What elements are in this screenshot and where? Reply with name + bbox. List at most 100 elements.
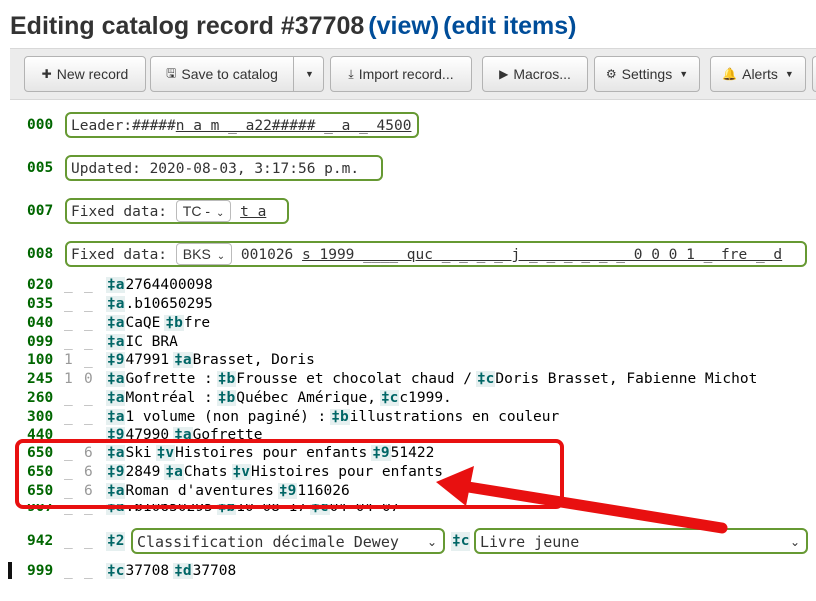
indicator-1[interactable]: _ [64, 276, 73, 295]
field-007: 007 Fixed data: TC - ⌄ t a [10, 198, 816, 224]
settings-button[interactable]: ⚙ Settings ▼ [594, 56, 700, 92]
subfield-value[interactable]: Doris Brasset, Fabienne Michot [495, 371, 757, 387]
subfield-value[interactable]: 2764400098 [125, 277, 212, 293]
more-button[interactable] [812, 56, 816, 92]
subfield-code: ‡2 [106, 532, 126, 551]
subfield-code: ‡b [330, 409, 350, 425]
indicator-2[interactable]: _ [84, 389, 93, 408]
marc-editor: 000 Leader:#####n a m _ a22##### _ a _ 4… [8, 100, 816, 601]
subfield-value[interactable]: .b10650295 [125, 296, 212, 312]
indicator-2[interactable]: 6 [84, 444, 93, 463]
macros-button[interactable]: ▶ Macros... [482, 56, 588, 92]
indicator-2[interactable]: 0 [84, 370, 93, 389]
classification-select[interactable]: Classification décimale Dewey ⌄ [131, 528, 445, 554]
subfield-value[interactable]: Roman d'aventures [125, 483, 273, 499]
subfield-value[interactable]: IC BRA [125, 334, 177, 350]
indicator-1[interactable]: _ [64, 504, 73, 516]
subfield-value[interactable]: 47991 [125, 352, 169, 368]
subfield-value[interactable]: 37708 [125, 563, 169, 579]
subfield-code: ‡9 [106, 352, 126, 368]
indicator-2[interactable]: _ [84, 333, 93, 352]
indicator-2[interactable]: _ [84, 314, 93, 333]
subfield-value[interactable]: 47990 [125, 427, 169, 439]
indicator-2[interactable]: _ [84, 532, 93, 551]
subfield-value[interactable]: 116026 [297, 483, 349, 499]
material-type-select[interactable]: TC - ⌄ [175, 200, 232, 222]
indicator-2[interactable]: 6 [84, 482, 93, 501]
subfield-value[interactable]: Ski [125, 445, 151, 461]
subfield-value[interactable]: Frousse et chocolat chaud / [236, 371, 472, 387]
subfields: ‡aIC BRA [106, 333, 182, 352]
indicator-1[interactable]: _ [64, 562, 73, 581]
tag: 999 [27, 563, 54, 579]
subfield-value[interactable]: Brasset, Doris [193, 352, 315, 368]
indicator-2[interactable]: _ [84, 351, 93, 370]
fixed-data-007[interactable]: Fixed data: TC - ⌄ t a [65, 198, 289, 224]
tag: 907 [27, 504, 54, 515]
subfield-value[interactable]: CaQE [125, 315, 160, 331]
indicator-2[interactable]: _ [84, 276, 93, 295]
subfield-code: ‡a [106, 483, 126, 499]
field-100: 100 1 _ ‡947991 ‡aBrasset, Doris [10, 351, 816, 370]
subfield-code: ‡a [164, 464, 184, 480]
fixed-data-positions: t a [240, 204, 267, 220]
tag: 300 [27, 409, 54, 425]
item-type-select[interactable]: Livre jeune ⌄ [474, 528, 808, 554]
subfields: ‡aRoman d'aventures ‡9116026 [106, 482, 354, 501]
subfields: ‡a.b10650295 [106, 295, 217, 314]
indicator-2[interactable]: _ [84, 295, 93, 314]
bell-icon: 🔔 [722, 67, 738, 81]
indicator-1[interactable]: _ [64, 408, 73, 427]
import-record-button[interactable]: ⤓ Import record... [330, 56, 472, 92]
indicator-1[interactable]: _ [64, 482, 73, 501]
tag: 245 [27, 371, 54, 387]
indicator-1[interactable]: _ [64, 463, 73, 482]
subfield-value[interactable]: illustrations en couleur [350, 409, 560, 425]
subfield-value[interactable]: 04-04-07 [330, 504, 400, 515]
save-options-button[interactable]: ▼ [294, 56, 324, 92]
field-020: 020 _ _ ‡a2764400098 [10, 276, 816, 295]
fixed-data-008[interactable]: Fixed data: BKS ⌄ 001026 s 1999 ____ quc … [65, 241, 807, 267]
subfield-value[interactable]: Histoires pour enfants [175, 445, 367, 461]
indicator-1[interactable]: _ [64, 426, 73, 439]
alerts-button[interactable]: 🔔 Alerts ▼ [710, 56, 806, 92]
subfield-code: ‡a [106, 504, 126, 515]
subfield-value[interactable]: c1999. [399, 390, 451, 406]
save-button[interactable]: 🖫 Save to catalog [150, 56, 294, 92]
indicator-1[interactable]: _ [64, 314, 73, 333]
new-record-button[interactable]: ✚ New record [24, 56, 146, 92]
tag: 100 [27, 352, 54, 368]
subfield-value[interactable]: Montréal : [125, 390, 212, 406]
indicator-2[interactable]: _ [84, 408, 93, 427]
subfield-value[interactable]: 10-08-17 [236, 504, 306, 515]
subfield-value[interactable]: 51422 [391, 445, 435, 461]
indicator-2[interactable]: _ [84, 426, 93, 439]
indicator-1[interactable]: 1 [64, 370, 73, 389]
subfield-value[interactable]: 2849 [125, 464, 160, 480]
indicator-1[interactable]: _ [64, 333, 73, 352]
indicator-2[interactable]: 6 [84, 463, 93, 482]
subfields: ‡aGofrette : ‡bFrousse et chocolat chaud … [106, 370, 761, 389]
subfield-value[interactable]: Chats [184, 464, 228, 480]
leader-field[interactable]: Leader:#####n a m _ a22##### _ a _ 4500 [65, 112, 419, 138]
subfield-value[interactable]: Québec Amérique, [236, 390, 376, 406]
subfield-value[interactable]: fre [184, 315, 210, 331]
edit-items-link[interactable]: (edit items) [443, 12, 576, 40]
view-link[interactable]: (view) [368, 12, 439, 40]
subfield-code: ‡9 [106, 427, 126, 439]
subfield-value[interactable]: 1 volume (non paginé) : [125, 409, 326, 425]
indicator-2[interactable]: _ [84, 562, 93, 581]
subfield-value[interactable]: 37708 [193, 563, 237, 579]
indicator-1[interactable]: 1 [64, 351, 73, 370]
indicator-1[interactable]: _ [64, 295, 73, 314]
subfield-value[interactable]: .b10650295 [125, 504, 212, 515]
field-907: 907 _ _ ‡a.b10650295 ‡b10-08-17 ‡c04-04-07 [10, 504, 816, 516]
indicator-2[interactable]: _ [84, 504, 93, 516]
indicator-1[interactable]: _ [64, 444, 73, 463]
material-type-select[interactable]: BKS ⌄ [175, 243, 233, 265]
subfield-value[interactable]: Histoires pour enfants [251, 464, 443, 480]
subfield-value[interactable]: Gofrette : [125, 371, 212, 387]
indicator-1[interactable]: _ [64, 389, 73, 408]
indicator-1[interactable]: _ [64, 532, 73, 551]
subfield-value[interactable]: Gofrette [193, 427, 263, 439]
